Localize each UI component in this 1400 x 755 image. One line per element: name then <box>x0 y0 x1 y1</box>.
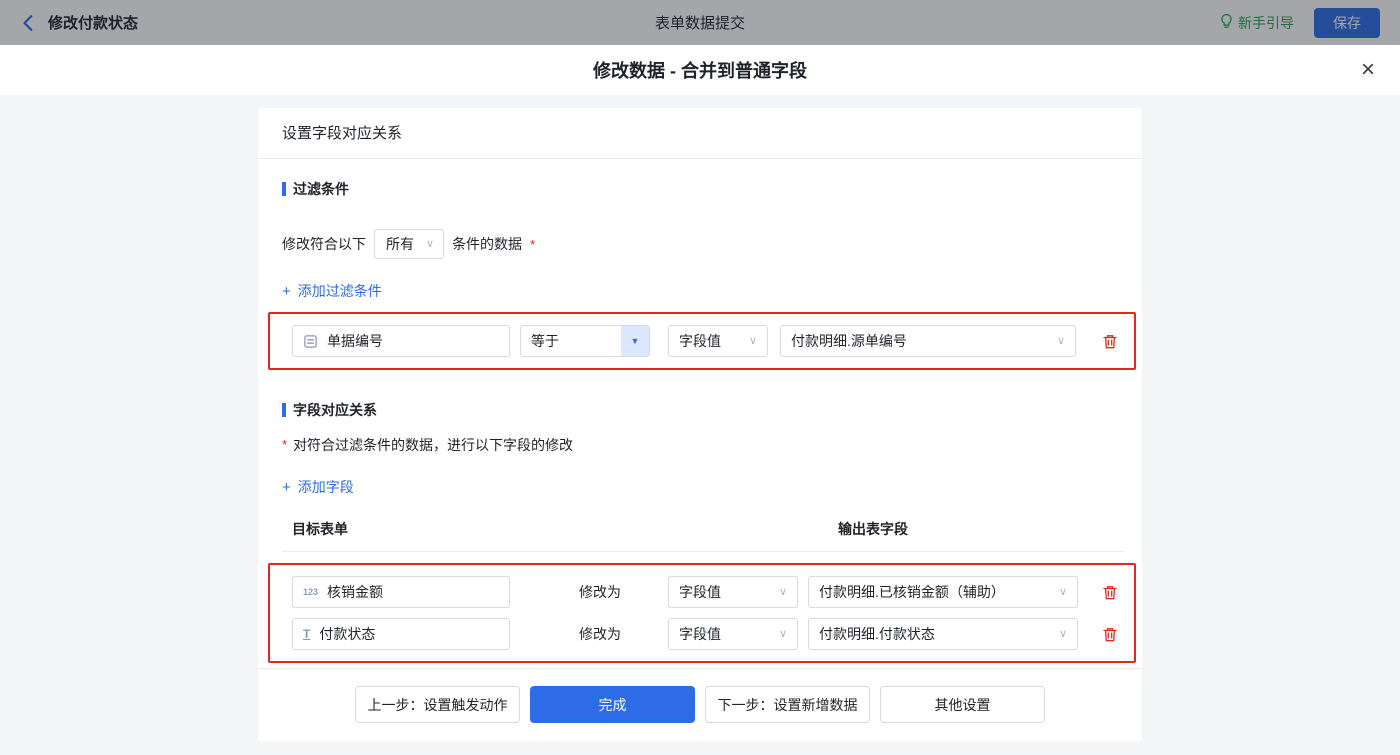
done-button[interactable]: 完成 <box>530 686 695 723</box>
chevron-down-icon: ∨ <box>426 237 435 250</box>
dialog-header: 修改数据 - 合并到普通字段 × <box>0 45 1400 95</box>
condition-suffix: 条件的数据 <box>452 236 523 252</box>
delete-field-button[interactable] <box>1102 584 1118 601</box>
output-field-value: 付款明细.付款状态 <box>819 626 935 642</box>
dialog-body: 设置字段对应关系 过滤条件 修改符合以下 所有 ∨ 条件的数据 * + 添加过滤… <box>0 95 1400 755</box>
operator-dropdown-icon[interactable]: ▼ <box>621 326 649 356</box>
column-header-target: 目标表单 <box>292 521 348 537</box>
plus-icon: + <box>282 282 291 300</box>
next-step-button[interactable]: 下一步：设置新增数据 <box>705 686 870 723</box>
add-field-link[interactable]: + 添加字段 <box>282 477 354 497</box>
number-field-icon: 123 <box>303 587 319 597</box>
section-accent-bar <box>282 182 286 196</box>
value-type-value: 字段值 <box>679 333 721 349</box>
add-filter-label: 添加过滤条件 <box>297 283 382 299</box>
other-settings-button[interactable]: 其他设置 <box>880 686 1045 723</box>
trash-icon <box>1103 334 1117 348</box>
plus-icon: + <box>282 478 291 496</box>
mapping-section-label: 字段对应关系 <box>293 402 377 418</box>
value-type-value: 字段值 <box>679 584 721 600</box>
filter-section-title: 过滤条件 <box>282 179 1122 199</box>
filter-field-selector[interactable]: 单据编号 <box>292 325 510 357</box>
dialog-title: 修改数据 - 合并到普通字段 <box>593 61 807 81</box>
chevron-down-icon: ∨ <box>748 334 757 347</box>
match-mode-select[interactable]: 所有 ∨ <box>374 229 445 259</box>
value-field-value: 付款明细.源单编号 <box>791 333 907 349</box>
close-icon[interactable]: × <box>1361 58 1375 82</box>
prev-step-button[interactable]: 上一步：设置触发动作 <box>355 686 520 723</box>
add-filter-link[interactable]: + 添加过滤条件 <box>282 281 382 301</box>
page-title: 表单数据提交 <box>654 15 745 32</box>
mapping-row: T 付款状态 修改为 字段值 ∨ 付款明细.付款状态 ∨ <box>292 618 1122 650</box>
trash-icon <box>1103 627 1117 641</box>
chevron-down-icon: ∨ <box>778 585 787 598</box>
value-type-select[interactable]: 字段值 ∨ <box>668 576 798 608</box>
condition-prefix: 修改符合以下 <box>282 236 366 252</box>
target-field-name: 核销金额 <box>327 584 384 600</box>
action-label: 修改为 <box>579 584 621 600</box>
card-header-title: 设置字段对应关系 <box>258 108 1142 159</box>
output-field-value: 付款明细.已核销金额（辅助） <box>819 584 1005 600</box>
add-field-label: 添加字段 <box>297 479 354 495</box>
mapping-highlight-box: 123 核销金额 修改为 字段值 ∨ 付款明细.已核销金额（辅助） ∨ T 付款… <box>268 563 1136 663</box>
required-asterisk: * <box>530 236 536 252</box>
filter-field-name: 单据编号 <box>327 333 383 349</box>
mapping-row: 123 核销金额 修改为 字段值 ∨ 付款明细.已核销金额（辅助） ∨ <box>292 576 1122 608</box>
required-asterisk: * <box>282 437 288 452</box>
action-label: 修改为 <box>579 626 621 642</box>
chevron-down-icon: ∨ <box>1058 585 1067 598</box>
delete-field-button[interactable] <box>1102 626 1118 643</box>
delete-filter-button[interactable] <box>1102 333 1118 350</box>
filter-highlight-box: 单据编号 等于 ▼ 字段值 ∨ 付款明细.源单编号 ∨ <box>268 312 1136 370</box>
target-field-selector[interactable]: 123 核销金额 <box>292 576 510 608</box>
match-mode-value: 所有 <box>386 236 414 252</box>
chevron-down-icon: ∨ <box>1056 334 1065 347</box>
filter-row: 单据编号 等于 ▼ 字段值 ∨ 付款明细.源单编号 ∨ <box>292 325 1122 357</box>
chevron-down-icon: ∨ <box>1058 627 1067 640</box>
dialog-footer: 上一步：设置触发动作 完成 下一步：设置新增数据 其他设置 <box>258 668 1142 741</box>
target-field-name: 付款状态 <box>319 626 376 642</box>
section-accent-bar <box>282 403 286 417</box>
value-type-select[interactable]: 字段值 ∨ <box>668 325 768 357</box>
mapping-description: * 对符合过滤条件的数据，进行以下字段的修改 <box>282 435 1122 455</box>
output-field-select[interactable]: 付款明细.已核销金额（辅助） ∨ <box>808 576 1078 608</box>
chevron-down-icon: ∨ <box>778 627 787 640</box>
settings-card: 设置字段对应关系 过滤条件 修改符合以下 所有 ∨ 条件的数据 * + 添加过滤… <box>258 108 1142 741</box>
trash-icon <box>1103 585 1117 599</box>
serial-field-icon <box>303 334 318 349</box>
operator-select[interactable]: 等于 ▼ <box>520 325 650 357</box>
mapping-column-headers: 目标表单 输出表字段 <box>282 519 1124 552</box>
text-field-icon: T <box>303 627 311 641</box>
target-field-selector[interactable]: T 付款状态 <box>292 618 510 650</box>
value-field-select[interactable]: 付款明细.源单编号 ∨ <box>780 325 1076 357</box>
value-type-value: 字段值 <box>679 626 721 642</box>
topbar: 修改付款状态 表单数据提交 新手引导 保存 <box>0 0 1400 45</box>
output-field-select[interactable]: 付款明细.付款状态 ∨ <box>808 618 1078 650</box>
value-type-select[interactable]: 字段值 ∨ <box>668 618 798 650</box>
operator-value: 等于 <box>531 333 559 349</box>
column-header-output: 输出表字段 <box>838 521 908 537</box>
mapping-section-title: 字段对应关系 <box>282 400 1122 420</box>
filter-section-label: 过滤条件 <box>293 181 349 197</box>
mapping-description-text: 对符合过滤条件的数据，进行以下字段的修改 <box>293 437 574 453</box>
